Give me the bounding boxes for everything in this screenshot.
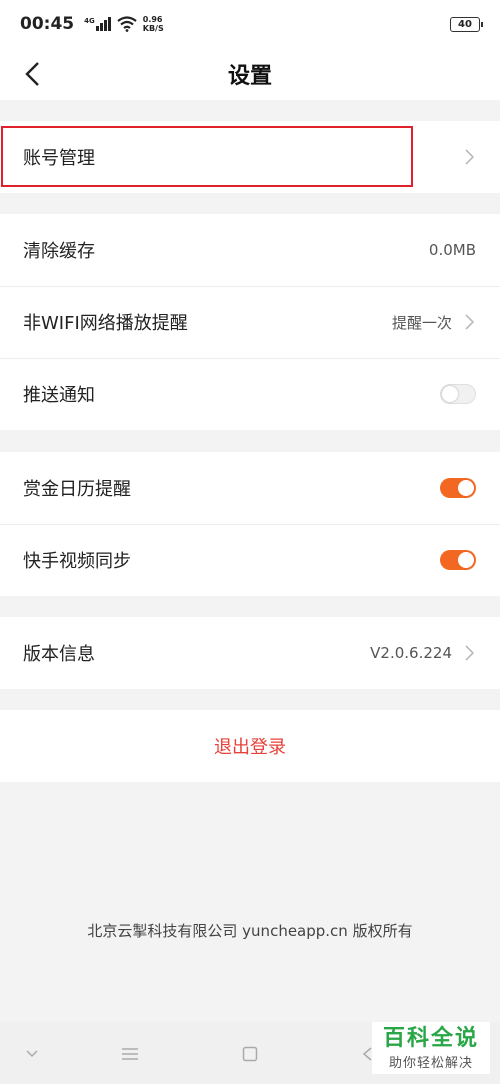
bounty-calendar-toggle[interactable] xyxy=(440,478,476,498)
account-management-label: 账号管理 xyxy=(23,148,95,169)
status-left: 00:45 4G 0.96 KB/S xyxy=(20,14,164,34)
nav-bar: 设置 xyxy=(0,48,500,100)
kuaishou-sync-toggle[interactable] xyxy=(440,550,476,570)
square-icon xyxy=(242,1046,258,1062)
wifi-reminder-row[interactable]: 非WIFI网络播放提醒 提醒一次 xyxy=(0,286,500,358)
status-bar: 00:45 4G 0.96 KB/S 40 xyxy=(0,0,500,48)
toggle-knob xyxy=(458,480,474,496)
chevron-right-icon xyxy=(464,148,476,166)
account-management-row[interactable]: 账号管理 xyxy=(0,121,500,193)
chevron-left-icon xyxy=(25,62,39,86)
baike-watermark: 百科全说 助你轻松解决 xyxy=(372,1022,490,1074)
network-speed-unit: KB/S xyxy=(142,24,164,33)
version-info-label: 版本信息 xyxy=(23,644,95,665)
watermark-main: 百科全说 xyxy=(382,1025,479,1051)
wifi-reminder-label: 非WIFI网络播放提醒 xyxy=(23,313,188,334)
chevron-right-icon xyxy=(464,644,476,662)
sync-settings-group: 赏金日历提醒 快手视频同步 xyxy=(0,452,500,596)
wifi-icon xyxy=(117,16,137,32)
menu-button[interactable] xyxy=(118,1042,142,1066)
kuaishou-sync-label: 快手视频同步 xyxy=(23,551,131,572)
network-speed: 0.96 KB/S xyxy=(143,15,164,33)
kuaishou-sync-row: 快手视频同步 xyxy=(0,524,500,596)
toggle-knob xyxy=(458,552,474,568)
push-notification-label: 推送通知 xyxy=(23,385,95,406)
general-settings-group: 清除缓存 0.0MB 非WIFI网络播放提醒 提醒一次 推送通知 xyxy=(0,214,500,430)
toggle-knob xyxy=(442,386,458,402)
page-title: 设置 xyxy=(227,64,272,89)
menu-icon xyxy=(122,1048,138,1060)
chevron-right-icon xyxy=(464,313,476,331)
version-group: 版本信息 V2.0.6.224 xyxy=(0,617,500,689)
network-label: 4G xyxy=(84,17,95,25)
collapse-button[interactable] xyxy=(20,1042,44,1066)
back-button[interactable] xyxy=(14,56,50,92)
bounty-calendar-label: 赏金日历提醒 xyxy=(23,479,131,500)
cache-size-value: 0.0MB xyxy=(428,241,476,259)
clear-cache-row[interactable]: 清除缓存 0.0MB xyxy=(0,214,500,286)
network-speed-value: 0.96 xyxy=(142,15,163,24)
chevron-down-icon xyxy=(26,1050,38,1058)
logout-group: 退出登录 xyxy=(0,710,500,782)
battery-level: 40 xyxy=(458,18,472,30)
version-value: V2.0.6.224 xyxy=(370,644,452,662)
push-notification-toggle[interactable] xyxy=(440,384,476,404)
logout-button[interactable]: 退出登录 xyxy=(0,710,500,782)
wifi-reminder-value: 提醒一次 xyxy=(391,313,452,332)
home-button[interactable] xyxy=(238,1042,262,1066)
battery-icon: 40 xyxy=(450,16,483,32)
version-info-row[interactable]: 版本信息 V2.0.6.224 xyxy=(0,617,500,689)
clear-cache-label: 清除缓存 xyxy=(23,241,95,262)
watermark-sub: 助你轻松解决 xyxy=(388,1055,473,1071)
signal-icon: 4G xyxy=(84,17,111,31)
status-time: 00:45 xyxy=(20,14,75,34)
copyright-text: 北京云掣科技有限公司 yuncheapp.cn 版权所有 xyxy=(87,922,413,940)
account-group: 账号管理 xyxy=(0,121,500,193)
bounty-calendar-row: 赏金日历提醒 xyxy=(0,452,500,524)
logout-label: 退出登录 xyxy=(214,737,286,758)
push-notification-row: 推送通知 xyxy=(0,358,500,430)
